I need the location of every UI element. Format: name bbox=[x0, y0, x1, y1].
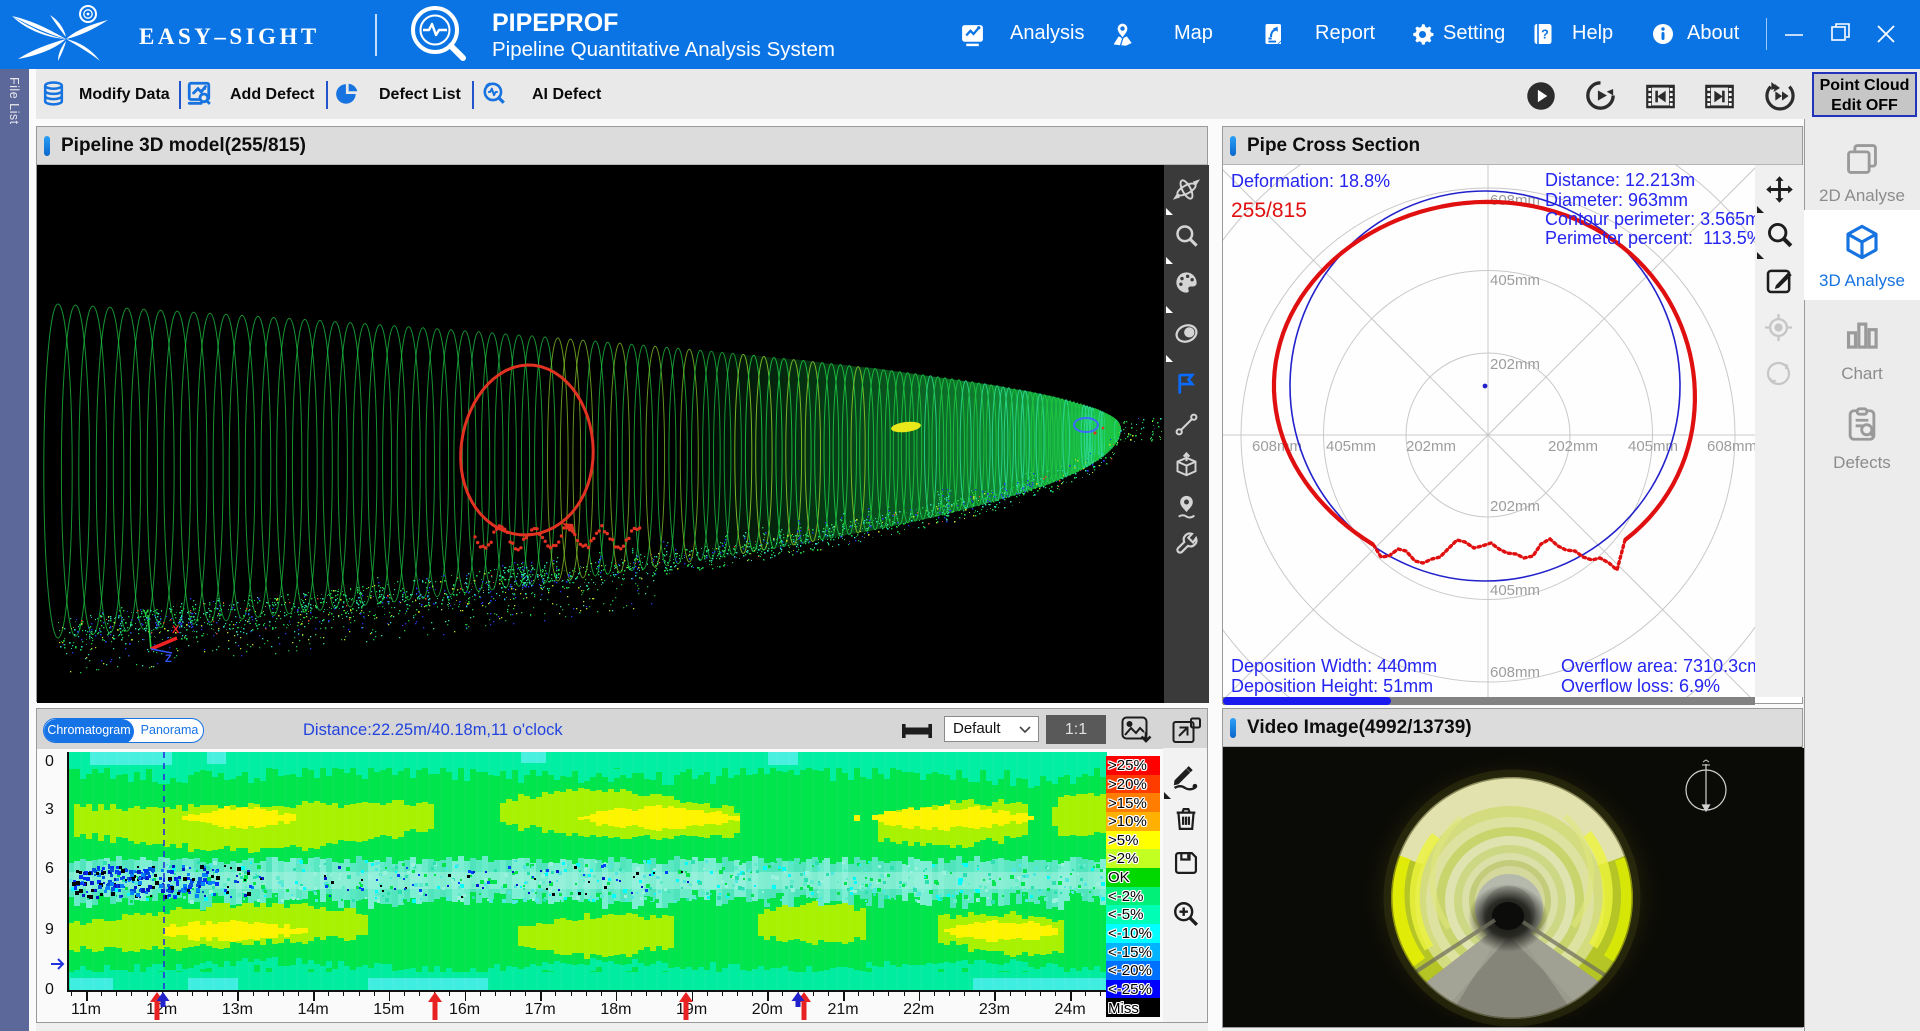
svg-text:X: X bbox=[172, 624, 180, 636]
svg-text:202mm: 202mm bbox=[1406, 438, 1456, 455]
svg-text:Contour perimeter: 3.565m: Contour perimeter: 3.565m bbox=[1545, 209, 1755, 229]
svg-text:Z: Z bbox=[165, 653, 172, 665]
svg-text:Distance: 12.213m: Distance: 12.213m bbox=[1545, 170, 1695, 190]
svg-text:255/815: 255/815 bbox=[1231, 199, 1307, 222]
svg-text:Deposition Width: 440mm: Deposition Width: 440mm bbox=[1231, 656, 1437, 676]
svg-text:Y: Y bbox=[142, 608, 150, 620]
svg-text:?: ? bbox=[1541, 28, 1549, 42]
svg-text:608mm: 608mm bbox=[1252, 438, 1302, 455]
svg-text:Overflow loss: 6.9%: Overflow loss: 6.9% bbox=[1561, 676, 1720, 696]
svg-text:Perimeter percent: 113.5%: Perimeter percent: 113.5% bbox=[1545, 228, 1755, 248]
svg-text:Deposition Height: 51mm: Deposition Height: 51mm bbox=[1231, 676, 1433, 696]
svg-text:608mm: 608mm bbox=[1707, 438, 1755, 455]
svg-text:202mm: 202mm bbox=[1548, 438, 1598, 455]
svg-text:405mm: 405mm bbox=[1490, 272, 1540, 289]
svg-text:405mm: 405mm bbox=[1326, 438, 1376, 455]
svg-text:Diameter: 963mm: Diameter: 963mm bbox=[1545, 190, 1688, 210]
svg-text:Overflow area: 7310.3cm²: Overflow area: 7310.3cm² bbox=[1561, 656, 1755, 676]
svg-text:608mm: 608mm bbox=[1490, 664, 1540, 681]
svg-text:405mm: 405mm bbox=[1490, 582, 1540, 599]
svg-text:202mm: 202mm bbox=[1490, 498, 1540, 515]
svg-text:Deformation: 18.8%: Deformation: 18.8% bbox=[1231, 171, 1390, 191]
svg-text:202mm: 202mm bbox=[1490, 356, 1540, 373]
